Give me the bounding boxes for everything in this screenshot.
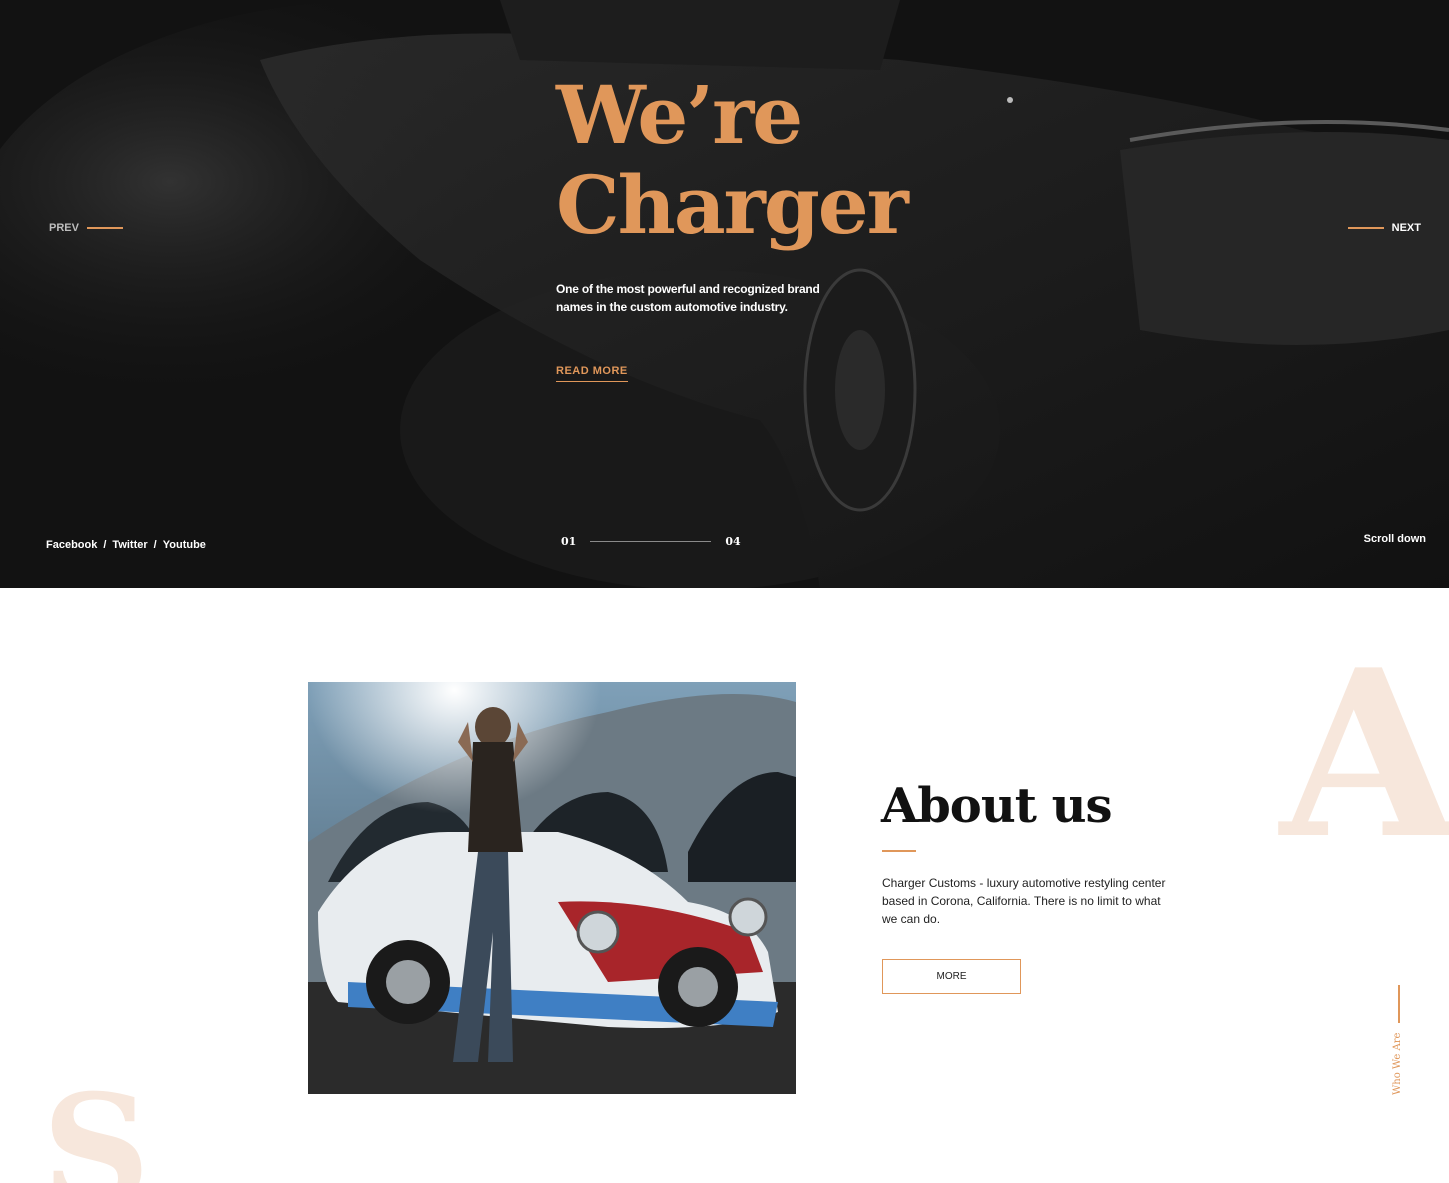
decor-letter-s: S <box>42 1062 151 1183</box>
prev-slide-button[interactable]: PREV <box>49 222 123 234</box>
about-photo-illustration <box>308 682 796 1094</box>
twitter-link[interactable]: Twitter <box>112 539 147 551</box>
decor-letter-a: A <box>1280 620 1449 890</box>
scroll-down-link[interactable]: Scroll down <box>1364 533 1426 545</box>
more-button[interactable]: MORE <box>882 959 1021 994</box>
hero-subtitle: One of the most powerful and recognized … <box>556 282 820 314</box>
hero-title-line1: We’re <box>556 68 803 162</box>
prev-label: PREV <box>49 222 79 234</box>
hero-section: PREV NEXT We’re Charger One of the most … <box>0 0 1449 588</box>
who-we-are-line <box>1398 985 1400 1023</box>
prev-line-icon <box>86 227 123 229</box>
facebook-link[interactable]: Facebook <box>46 539 97 551</box>
social-links: Facebook / Twitter / Youtube <box>46 539 206 551</box>
about-title: About us <box>881 778 1113 834</box>
about-divider <box>882 850 916 852</box>
next-line-icon <box>1347 227 1384 229</box>
pager-total: 04 <box>725 535 741 548</box>
next-label: NEXT <box>1391 222 1421 234</box>
hero-title: We’re Charger <box>556 70 976 250</box>
pager-current: 01 <box>561 535 577 548</box>
social-separator: / <box>153 539 157 551</box>
hero-title-line2: Charger <box>556 158 909 252</box>
about-text: Charger Customs - luxury automotive rest… <box>882 876 1166 926</box>
who-we-are-label: Who We Are <box>1392 1032 1403 1095</box>
read-more-link[interactable]: READ MORE <box>556 365 628 382</box>
social-separator: / <box>103 539 107 551</box>
next-slide-button[interactable]: NEXT <box>1347 222 1421 234</box>
pager-track[interactable] <box>590 541 712 542</box>
about-photo <box>308 682 796 1094</box>
youtube-link[interactable]: Youtube <box>163 539 206 551</box>
slide-pager: 01 04 <box>561 535 741 548</box>
